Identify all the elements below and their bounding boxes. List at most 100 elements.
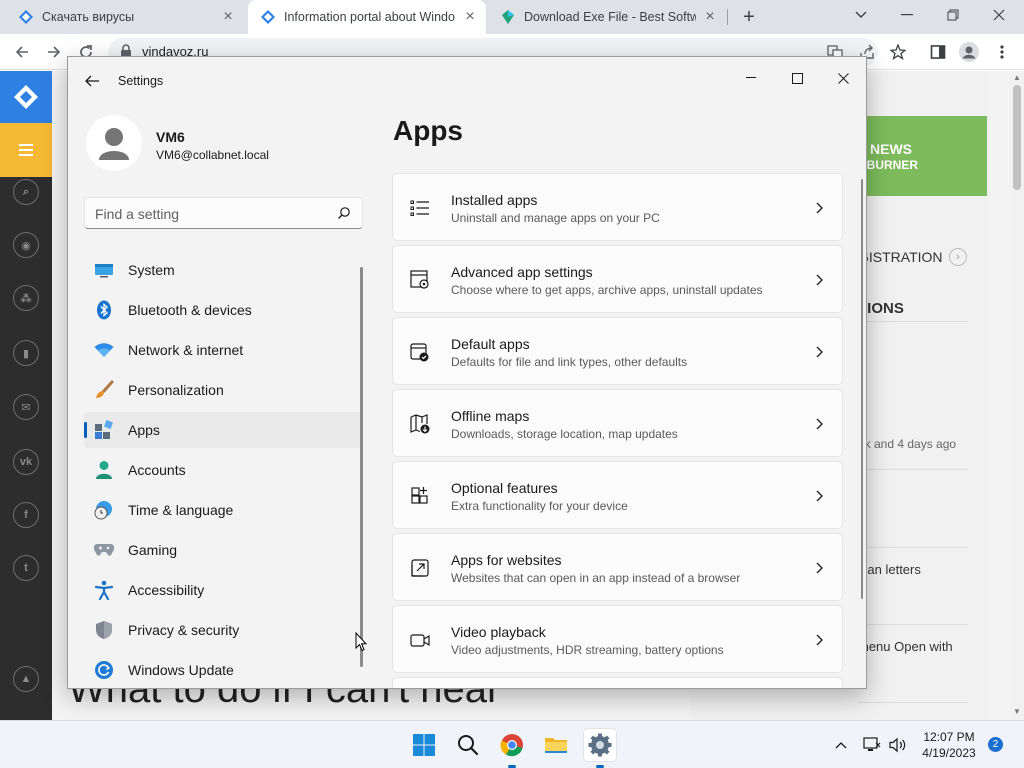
- chrome-icon[interactable]: [496, 729, 528, 768]
- tab-title: Скачать вирусы: [42, 10, 135, 24]
- page-scrollbar[interactable]: ▲ ▼: [1010, 71, 1024, 720]
- nav-item-accessibility[interactable]: Accessibility: [84, 572, 363, 608]
- file-explorer-icon[interactable]: [540, 729, 572, 761]
- forward-arrow-icon[interactable]: [42, 40, 66, 64]
- card-optional-features[interactable]: Optional features Extra functionality fo…: [392, 461, 843, 529]
- nav-label: Network & internet: [128, 342, 244, 358]
- chevron-right-icon: [811, 344, 827, 360]
- site-menu-icon[interactable]: [0, 123, 52, 177]
- back-arrow-icon[interactable]: [82, 71, 102, 91]
- profile-name: VM6: [156, 129, 185, 145]
- nav-label: System: [128, 262, 175, 278]
- card-partial[interactable]: [392, 677, 843, 688]
- site-vk-icon[interactable]: vk: [13, 449, 39, 475]
- registration-link[interactable]: GISTRATION: [858, 249, 943, 265]
- nav-item-apps[interactable]: Apps: [84, 412, 363, 448]
- site-logo-icon[interactable]: [0, 71, 52, 123]
- site-mail-icon[interactable]: ✉: [13, 394, 39, 420]
- scroll-up-arrow-icon[interactable]: ▲: [1012, 73, 1022, 83]
- content-scrollbar[interactable]: [861, 179, 863, 599]
- close-tab-icon[interactable]: ×: [462, 8, 478, 25]
- site-twitter-icon[interactable]: t: [13, 555, 39, 581]
- divider: [858, 469, 968, 470]
- back-arrow-icon[interactable]: [10, 40, 34, 64]
- nav-label: Privacy & security: [128, 622, 240, 638]
- bookmark-star-icon[interactable]: [886, 40, 910, 64]
- browser-tab[interactable]: Download Exe File - Best Softwa ×: [488, 0, 726, 34]
- site-sidebar: ⌕ ◉ ⁂ ▮ ✉ vk f t ▲: [0, 71, 52, 720]
- nav-item-bluetooth[interactable]: Bluetooth & devices: [84, 292, 363, 328]
- nav-item-privacy[interactable]: Privacy & security: [84, 612, 363, 648]
- nav-label: Apps: [128, 422, 160, 438]
- side-panel-icon[interactable]: [926, 40, 950, 64]
- card-description: Uninstall and manage apps on your PC: [451, 211, 660, 225]
- bluetooth-icon: [94, 300, 114, 320]
- card-description: Video adjustments, HDR streaming, batter…: [451, 643, 724, 657]
- site-scroll-up-icon[interactable]: ▲: [13, 666, 39, 692]
- accessibility-icon: [94, 580, 114, 600]
- chevron-right-icon[interactable]: ›: [949, 248, 967, 266]
- clock-date: 4/19/2023: [922, 746, 976, 760]
- card-title: Default apps: [451, 336, 530, 352]
- browser-tab[interactable]: Скачать вирусы ×: [6, 0, 244, 34]
- minimize-icon[interactable]: [728, 63, 774, 93]
- news-link[interactable]: menu Open with: [858, 639, 953, 654]
- restore-icon[interactable]: [930, 0, 976, 30]
- nav-item-network[interactable]: Network & internet: [84, 332, 363, 368]
- nav-item-system[interactable]: System: [84, 252, 363, 288]
- nav-item-personalization[interactable]: Personalization: [84, 372, 363, 408]
- close-icon[interactable]: [820, 63, 866, 93]
- nav-scrollbar[interactable]: [360, 267, 363, 667]
- close-window-icon[interactable]: [976, 0, 1022, 30]
- show-hidden-icons-chevron-icon[interactable]: [832, 735, 850, 755]
- tab-search-icon[interactable]: [838, 0, 884, 30]
- search-input[interactable]: [95, 204, 325, 224]
- gamepad-icon: [94, 540, 114, 560]
- apps-icon: [94, 420, 114, 440]
- news-banner[interactable]: NEWS DBURNER: [858, 116, 987, 196]
- close-tab-icon[interactable]: ×: [702, 8, 718, 25]
- nav-label: Gaming: [128, 542, 178, 558]
- refresh-icon: [94, 660, 114, 680]
- site-search-icon[interactable]: ⌕: [13, 179, 39, 205]
- nav-item-windows-update[interactable]: Windows Update: [84, 652, 363, 688]
- taskbar-clock[interactable]: 12:07 PM 4/19/2023: [914, 729, 984, 761]
- card-installed-apps[interactable]: Installed apps Uninstall and manage apps…: [392, 173, 843, 241]
- nav-item-accounts[interactable]: Accounts: [84, 452, 363, 488]
- card-advanced-app-settings[interactable]: Advanced app settings Choose where to ge…: [392, 245, 843, 313]
- window-title: Settings: [118, 74, 164, 88]
- user-avatar-icon[interactable]: [86, 115, 142, 171]
- scrollbar-thumb[interactable]: [1013, 85, 1021, 190]
- site-bookmark-icon[interactable]: ▮: [13, 340, 39, 366]
- scroll-down-arrow-icon[interactable]: ▼: [1012, 707, 1022, 717]
- news-link[interactable]: sian letters: [858, 562, 921, 577]
- maximize-icon[interactable]: [774, 63, 820, 93]
- card-video-playback[interactable]: Video playback Video adjustments, HDR st…: [392, 605, 843, 673]
- site-rss-icon[interactable]: ◉: [13, 232, 39, 258]
- volume-speaker-icon[interactable]: [888, 735, 908, 755]
- minimize-icon[interactable]: [884, 0, 930, 30]
- nav-item-time-language[interactable]: Time & language: [84, 492, 363, 528]
- kebab-menu-icon[interactable]: [990, 40, 1014, 64]
- find-setting-search[interactable]: [84, 197, 363, 229]
- settings-gear-icon[interactable]: [584, 729, 616, 768]
- search-icon[interactable]: [337, 206, 351, 225]
- wifi-icon: [94, 340, 114, 360]
- notification-badge[interactable]: 2: [988, 737, 1003, 752]
- browser-tab-active[interactable]: Information portal about Windo ×: [248, 0, 486, 34]
- nav-item-gaming[interactable]: Gaming: [84, 532, 363, 568]
- start-button-windows-icon[interactable]: [408, 729, 440, 761]
- taskbar-search-icon[interactable]: [452, 729, 484, 761]
- add-grid-icon: [409, 485, 431, 507]
- site-sitemap-icon[interactable]: ⁂: [13, 285, 39, 311]
- new-tab-button[interactable]: +: [737, 5, 761, 29]
- site-facebook-icon[interactable]: f: [13, 502, 39, 528]
- settings-window: Settings VM6 VM6@collabnet.local System …: [67, 56, 867, 689]
- card-default-apps[interactable]: Default apps Defaults for file and link …: [392, 317, 843, 385]
- network-ethernet-icon[interactable]: [862, 735, 882, 755]
- close-tab-icon[interactable]: ×: [220, 8, 236, 25]
- profile-avatar-icon[interactable]: [957, 40, 981, 64]
- divider: [858, 624, 968, 625]
- card-apps-for-websites[interactable]: Apps for websites Websites that can open…: [392, 533, 843, 601]
- card-offline-maps[interactable]: Offline maps Downloads, storage location…: [392, 389, 843, 457]
